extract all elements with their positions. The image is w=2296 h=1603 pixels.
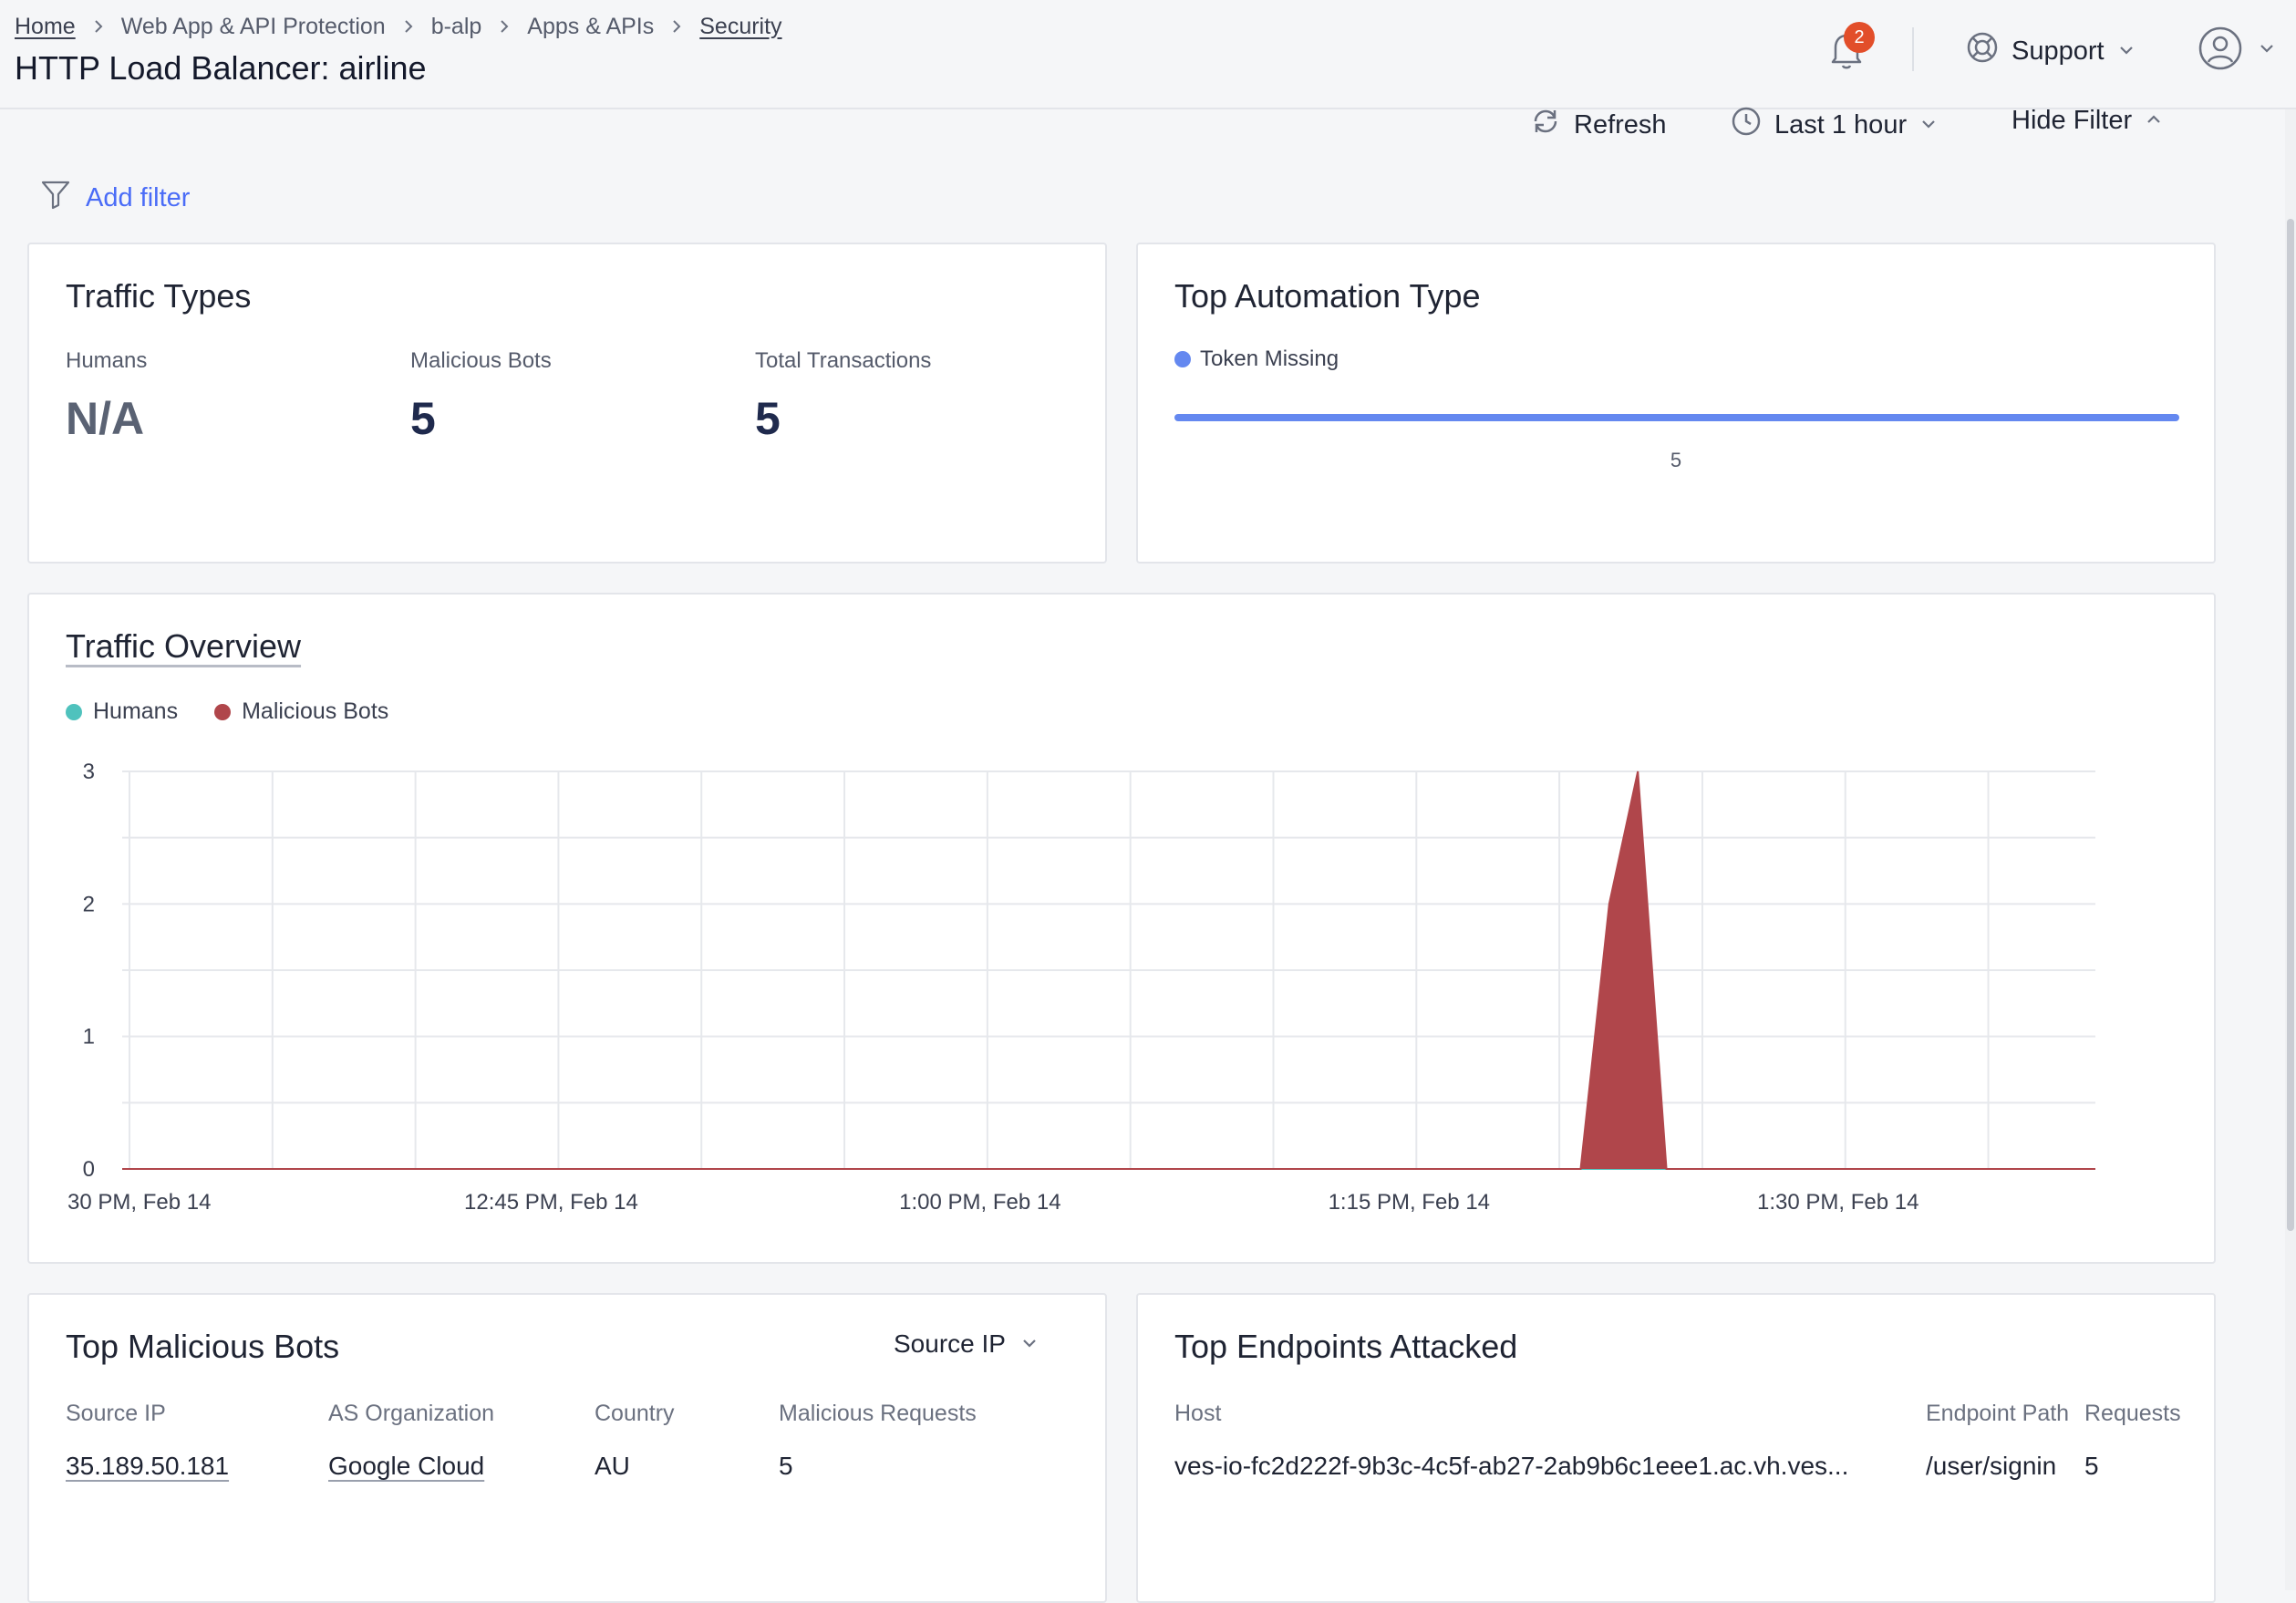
automation-legend: Token Missing <box>1174 346 1339 372</box>
group-by-label: Source IP <box>894 1329 1006 1358</box>
top-endpoints-attacked-title: Top Endpoints Attacked <box>1174 1328 1518 1365</box>
refresh-icon <box>1530 106 1561 144</box>
top-malicious-bots-card: Top Malicious Bots Source IP Source IP A… <box>27 1293 1107 1603</box>
breadcrumb: Home Web App & API Protection b-alp Apps… <box>15 13 782 40</box>
chevron-right-icon <box>670 20 683 33</box>
humans-label: Humans <box>66 348 148 373</box>
as-organization-link[interactable]: Google Cloud <box>328 1452 484 1481</box>
chart-x-tick-label: 1:15 PM, Feb 14 <box>1329 1190 1490 1215</box>
chart-y-tick-label: 2 <box>83 892 95 916</box>
chevron-down-icon <box>2117 36 2136 67</box>
chevron-down-icon <box>1020 1329 1039 1359</box>
add-filter-label: Add filter <box>86 182 191 212</box>
legend-dot <box>1174 351 1191 367</box>
chart-x-tick-label: 1:00 PM, Feb 14 <box>899 1190 1060 1215</box>
page-header: Home Web App & API Protection b-alp Apps… <box>0 0 2296 109</box>
total-transactions-value: 5 <box>755 393 781 444</box>
chart-y-tick-label: 0 <box>83 1157 95 1182</box>
breadcrumb-security[interactable]: Security <box>699 14 781 40</box>
host-cell[interactable]: ves-io-fc2d222f-9b3c-4c5f-ab27-2ab9b6c1e… <box>1174 1452 1848 1481</box>
chevron-down-icon <box>1919 110 1938 140</box>
column-header-host[interactable]: Host <box>1174 1401 1221 1427</box>
breadcrumb-home[interactable]: Home <box>15 14 76 40</box>
time-range-label: Last 1 hour <box>1774 109 1908 140</box>
traffic-types-title: Traffic Types <box>66 277 252 315</box>
chevron-down-icon <box>2258 39 2276 62</box>
malicious-requests-cell: 5 <box>779 1452 793 1480</box>
column-header-country[interactable]: Country <box>595 1401 675 1427</box>
support-menu[interactable]: Support <box>1966 31 2136 71</box>
column-header-malicious-requests[interactable]: Malicious Requests <box>779 1401 977 1427</box>
chart-y-tick-label: 1 <box>83 1025 95 1050</box>
chart-y-tick-label: 3 <box>83 760 95 784</box>
add-filter-button[interactable]: Add filter <box>40 179 190 217</box>
hide-filter-label: Hide Filter <box>2012 106 2133 135</box>
column-header-endpoint-path[interactable]: Endpoint Path <box>1926 1401 2069 1427</box>
token-missing-bar[interactable] <box>1174 414 2179 421</box>
malicious-bots-label: Malicious Bots <box>410 348 552 373</box>
chart-x-tick-label: 1:30 PM, Feb 14 <box>1757 1190 1919 1215</box>
breadcrumb-web-app-api-protection[interactable]: Web App & API Protection <box>121 14 386 40</box>
chevron-right-icon <box>498 20 511 33</box>
total-transactions-label: Total Transactions <box>755 348 932 373</box>
refresh-label: Refresh <box>1574 109 1667 140</box>
filter-funnel-icon <box>40 179 71 217</box>
endpoint-path-cell[interactable]: /user/signin <box>1926 1452 2056 1481</box>
time-range-selector[interactable]: Last 1 hour <box>1731 106 1938 144</box>
traffic-types-card: Traffic Types Humans N/A Malicious Bots … <box>27 243 1107 564</box>
top-endpoints-attacked-card: Top Endpoints Attacked Host Endpoint Pat… <box>1136 1293 2216 1603</box>
breadcrumb-apps-apis[interactable]: Apps & APIs <box>527 14 654 40</box>
hide-filter-toggle[interactable]: Hide Filter <box>2012 106 2163 136</box>
traffic-overview-card: Traffic Overview Humans Malicious Bots 3… <box>27 593 2216 1264</box>
column-header-as-organization[interactable]: AS Organization <box>328 1401 494 1427</box>
support-label: Support <box>2012 36 2105 66</box>
page-title: HTTP Load Balancer: airline <box>15 49 427 87</box>
traffic-overview-chart: 3 2 1 0 30 PM, Feb 14 12:45 PM, Feb 14 1:00 PM… <box>67 760 2095 1215</box>
user-avatar-icon <box>2198 26 2243 76</box>
lifebuoy-icon <box>1966 31 1999 71</box>
column-header-requests[interactable]: Requests <box>2084 1401 2181 1427</box>
top-automation-type-title: Top Automation Type <box>1174 277 1481 315</box>
humans-value: N/A <box>66 393 145 444</box>
chevron-right-icon <box>402 20 415 33</box>
refresh-button[interactable]: Refresh <box>1530 106 1667 144</box>
column-header-source-ip[interactable]: Source IP <box>66 1401 166 1427</box>
user-menu[interactable] <box>2198 26 2276 76</box>
requests-cell: 5 <box>2084 1452 2099 1480</box>
country-cell: AU <box>595 1452 630 1480</box>
chart-x-tick-label: 30 PM, Feb 14 <box>67 1190 211 1215</box>
chevron-right-icon <box>92 20 105 33</box>
page-scrollbar-thumb[interactable] <box>2287 219 2294 1231</box>
breadcrumb-namespace[interactable]: b-alp <box>431 14 482 40</box>
top-automation-type-card: Top Automation Type Token Missing 5 <box>1136 243 2216 564</box>
clock-icon <box>1731 106 1762 144</box>
malicious-bots-value: 5 <box>410 393 436 444</box>
top-malicious-bots-title: Top Malicious Bots <box>66 1328 340 1365</box>
token-missing-bar-value: 5 <box>1670 449 1682 471</box>
automation-legend-label: Token Missing <box>1200 346 1339 371</box>
header-divider <box>1912 27 1914 71</box>
group-by-selector[interactable]: Source IP <box>894 1329 1039 1359</box>
source-ip-link[interactable]: 35.189.50.181 <box>66 1452 229 1481</box>
notification-count-badge: 2 <box>1844 22 1875 53</box>
chevron-up-icon <box>2145 106 2163 136</box>
chart-x-tick-label: 12:45 PM, Feb 14 <box>464 1190 638 1215</box>
